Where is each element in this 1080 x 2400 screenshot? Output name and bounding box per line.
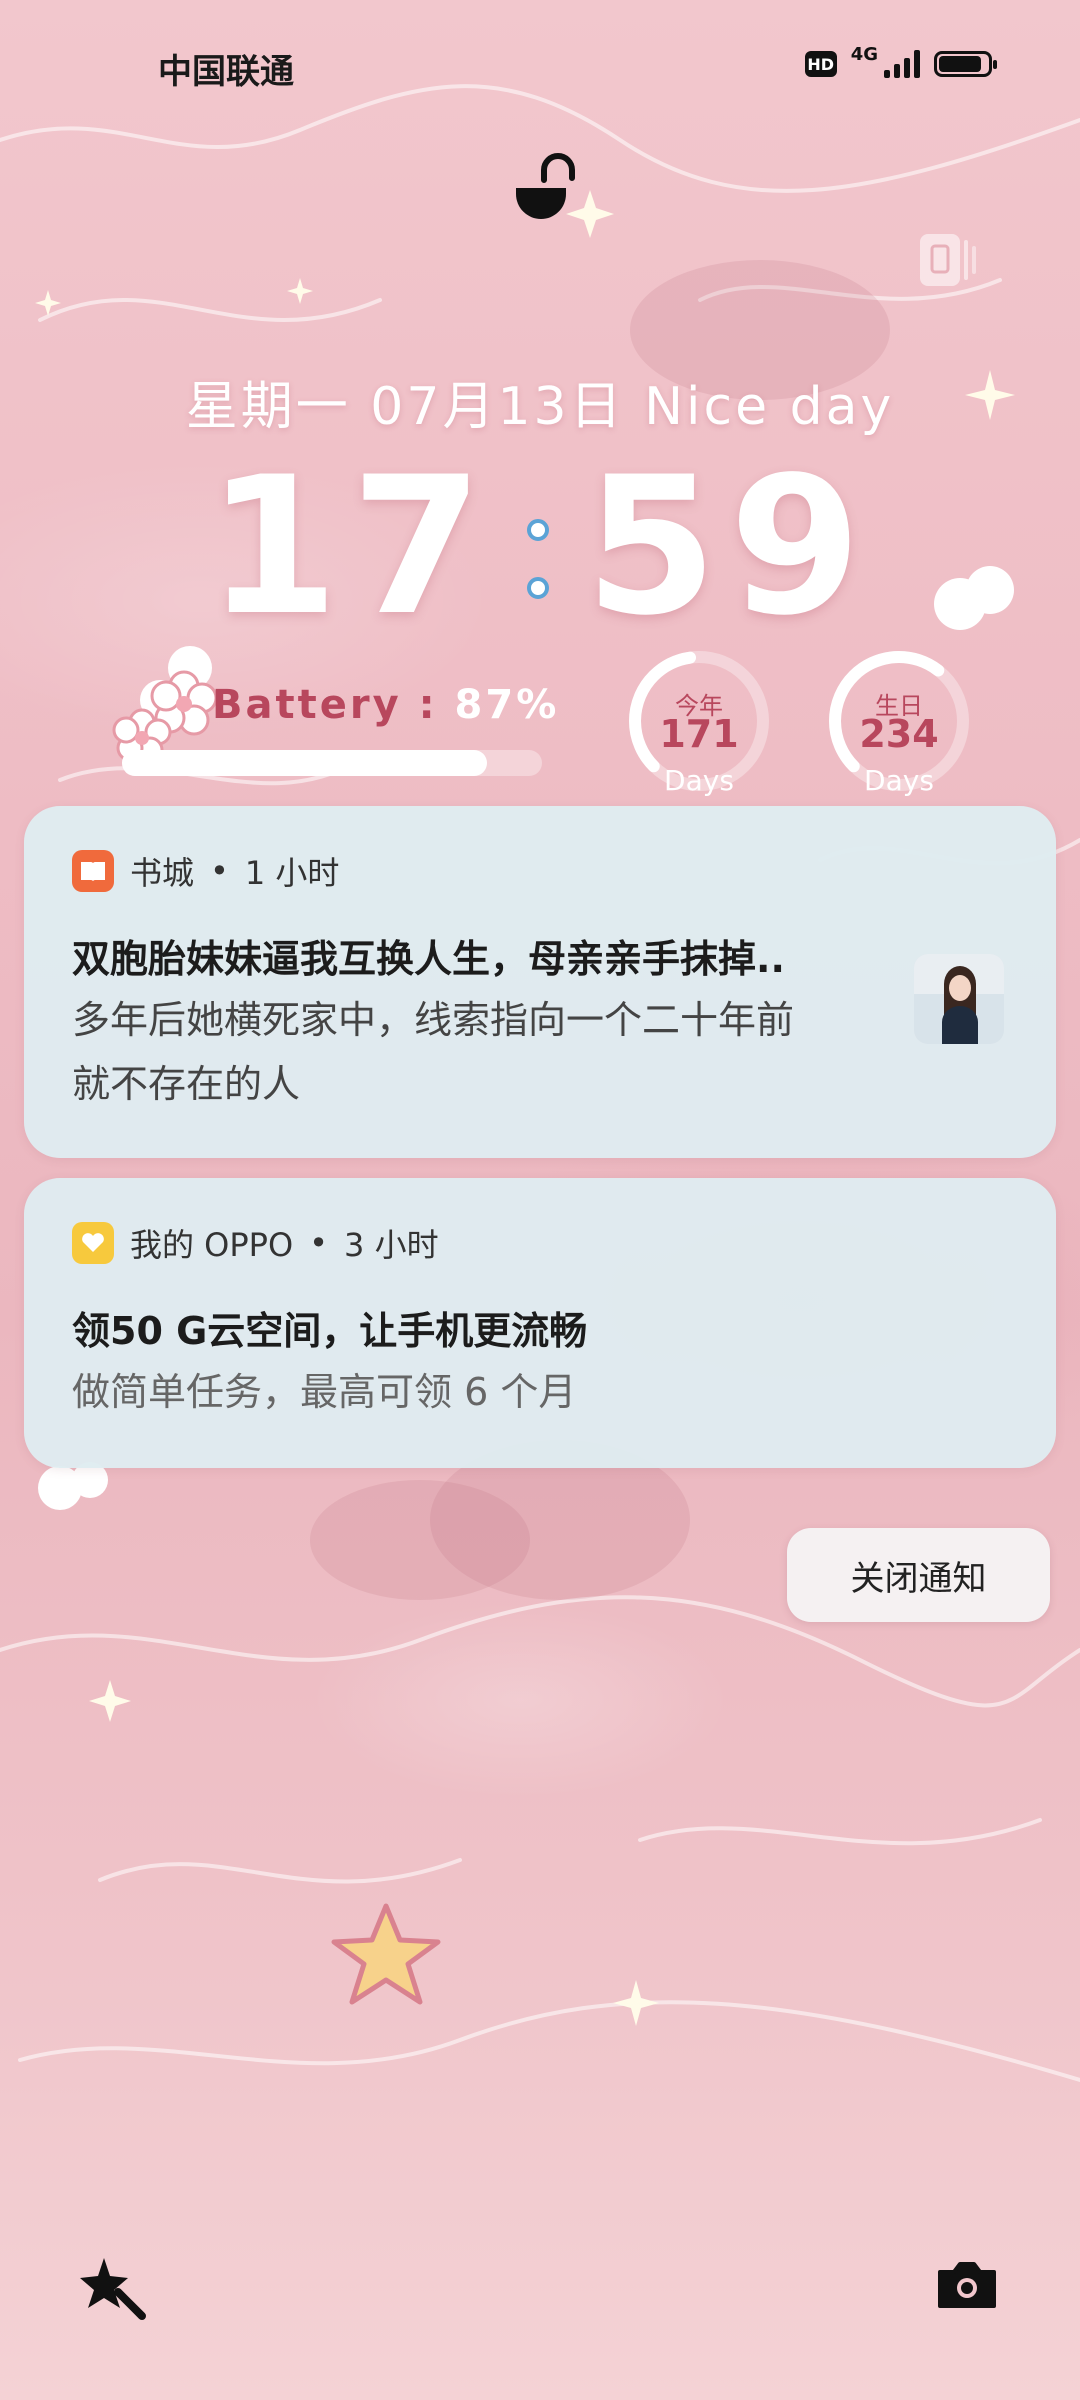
notification-body-line: 做简单任务，最高可领 6 个月: [72, 1370, 577, 1414]
carrier-name: 中国联通: [158, 52, 294, 92]
notification-thumbnail: [914, 954, 1004, 1044]
clock-hours: 17: [206, 436, 495, 657]
clock-colon: [495, 485, 585, 635]
countdown-birthday: 生日 234 Days: [824, 646, 974, 797]
battery-label: Battery : 87%: [212, 682, 559, 728]
hd-voice-icon: HD: [804, 51, 837, 77]
notification-title: 领50 G云空间，让手机更流畅: [72, 1309, 588, 1353]
close-notifications-button[interactable]: 关闭通知: [787, 1528, 1050, 1622]
notification-body-line: 多年后她横死家中，线索指向一个二十年前: [72, 998, 795, 1042]
my-oppo-app-icon: [72, 1222, 114, 1264]
breeno-shortcut-icon[interactable]: [78, 2254, 148, 2320]
signal-strength-icon: [884, 50, 920, 78]
battery-label-text: Battery: [212, 682, 402, 728]
notification-time: 3 小时: [344, 1226, 439, 1264]
bullet-separator: •: [309, 1224, 329, 1262]
status-bar: 中国联通 HD 4G: [0, 0, 1080, 135]
countdown-unit: Days: [664, 764, 734, 797]
notification-card-bookstore[interactable]: 书城 • 1 小时 双胞胎妹妹逼我互换人生，母亲亲手抹掉.. 多年后她横死家中，…: [24, 806, 1056, 1158]
notification-body: 多年后她横死家中，线索指向一个二十年前 就不存在的人: [72, 988, 794, 1116]
notification-header: 书城 • 1 小时: [72, 848, 339, 894]
notification-body-line: 就不存在的人: [72, 1062, 301, 1106]
camera-icon[interactable]: [936, 2258, 998, 2310]
notification-app-name: 书城: [130, 854, 195, 892]
notification-body: 做简单任务，最高可领 6 个月: [72, 1360, 576, 1424]
countdown-value: 171: [659, 712, 739, 756]
notification-app-name: 我的 OPPO: [130, 1226, 294, 1264]
battery-progress-fill: [122, 750, 488, 776]
clock-minutes: 59: [585, 436, 874, 657]
notification-time: 1 小时: [244, 854, 340, 892]
countdown-unit: Days: [864, 764, 934, 797]
countdown-value: 234: [859, 712, 939, 756]
battery-icon-fill: [939, 56, 981, 72]
starfish-decoration: [331, 1903, 441, 2005]
lock-clock: 17 59: [0, 436, 1080, 657]
unlock-icon: [516, 153, 575, 219]
battery-label-separator: :: [418, 682, 438, 728]
bullet-separator: •: [210, 852, 229, 890]
widget-switch-icon[interactable]: [918, 232, 978, 288]
network-type-label: 4G: [850, 43, 878, 65]
status-icons: HD 4G: [804, 44, 997, 78]
battery-percent: 87%: [454, 682, 560, 728]
battery-progress-bar: [122, 750, 542, 776]
date-line: 星期一 07月13日 Nice day: [185, 377, 895, 437]
notification-title: 双胞胎妹妹逼我互换人生，母亲亲手抹掉..: [72, 937, 785, 981]
countdown-this-year: 今年 171 Days: [624, 646, 774, 797]
notification-header: 我的 OPPO • 3 小时: [72, 1220, 439, 1266]
notification-card-oppo[interactable]: 我的 OPPO • 3 小时 领50 G云空间，让手机更流畅 做简单任务，最高可…: [24, 1178, 1056, 1468]
battery-icon: [934, 51, 997, 77]
book-app-icon: [72, 850, 114, 892]
